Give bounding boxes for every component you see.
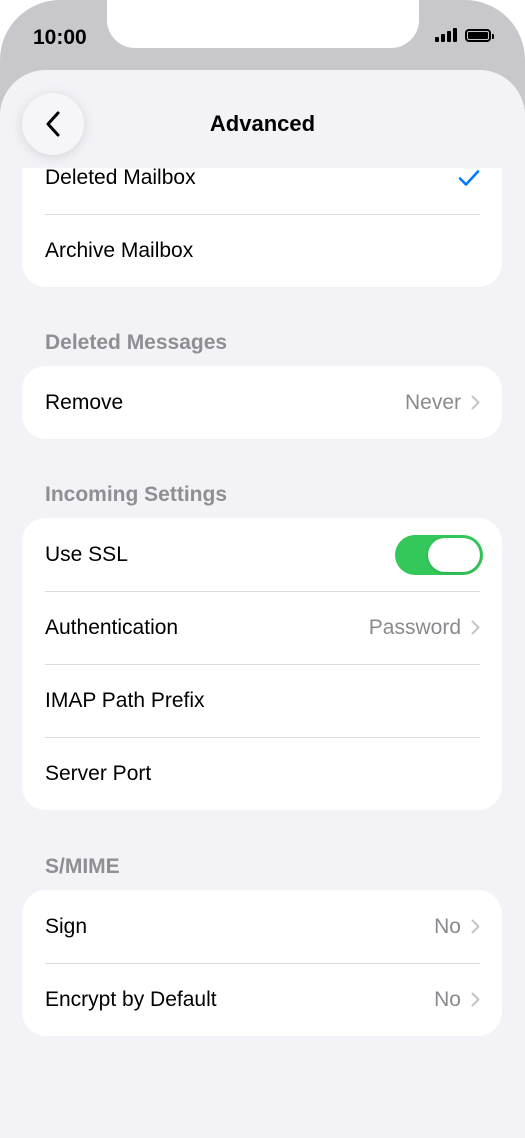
smime-section-title: S/MIME (45, 855, 120, 878)
server-port-row[interactable]: Server Port (22, 737, 502, 810)
sign-row[interactable]: Sign No (22, 890, 502, 963)
remove-value: Never (404, 390, 461, 414)
incoming-settings-group: Use SSL Authentication Password IMAP Pat… (22, 518, 502, 810)
use-ssl-label: Use SSL (45, 542, 128, 566)
use-ssl-row: Use SSL (22, 518, 502, 591)
chevron-right-icon (471, 620, 480, 635)
smime-group: Sign No Encrypt by Default No (22, 890, 502, 1036)
encrypt-by-default-value: No (434, 987, 461, 1011)
deleted-messages-section-title: Deleted Messages (45, 331, 228, 354)
remove-row[interactable]: Remove Never (22, 366, 502, 439)
sign-value: No (434, 914, 461, 938)
settings-screen: Deleted Mailbox Archive Mailbox Advanced… (0, 70, 525, 1138)
authentication-row[interactable]: Authentication Password (22, 591, 502, 664)
battery-icon (465, 28, 494, 42)
archive-mailbox-label: Archive Mailbox (45, 238, 194, 262)
toggle-knob (428, 537, 480, 572)
checkmark-icon (458, 169, 480, 186)
chevron-right-icon (471, 919, 480, 934)
authentication-value: Password (368, 615, 461, 639)
chevron-right-icon (471, 395, 480, 410)
navigation-header: Advanced (0, 70, 525, 168)
imap-path-prefix-label: IMAP Path Prefix (45, 688, 205, 712)
encrypt-by-default-label: Encrypt by Default (45, 987, 217, 1011)
use-ssl-toggle[interactable] (395, 534, 483, 575)
server-port-label: Server Port (45, 761, 152, 785)
deleted-messages-group: Remove Never (22, 366, 502, 439)
signal-icon (435, 28, 457, 42)
page-title: Advanced (209, 111, 316, 136)
authentication-label: Authentication (45, 615, 179, 639)
imap-path-prefix-row[interactable]: IMAP Path Prefix (22, 664, 502, 737)
status-icons (435, 28, 494, 42)
notch (107, 0, 419, 48)
archive-mailbox-row[interactable]: Archive Mailbox (22, 214, 502, 287)
remove-label: Remove (45, 390, 124, 414)
status-time: 10:00 (33, 26, 87, 49)
encrypt-by-default-row[interactable]: Encrypt by Default No (22, 963, 502, 1036)
device-frame: 10:00 Deleted Mailbox Archive Mailbox Ad… (0, 0, 525, 1138)
sign-label: Sign (45, 914, 88, 938)
deleted-mailbox-label: Deleted Mailbox (45, 165, 196, 189)
chevron-right-icon (471, 992, 480, 1007)
incoming-settings-section-title: Incoming Settings (45, 483, 228, 506)
